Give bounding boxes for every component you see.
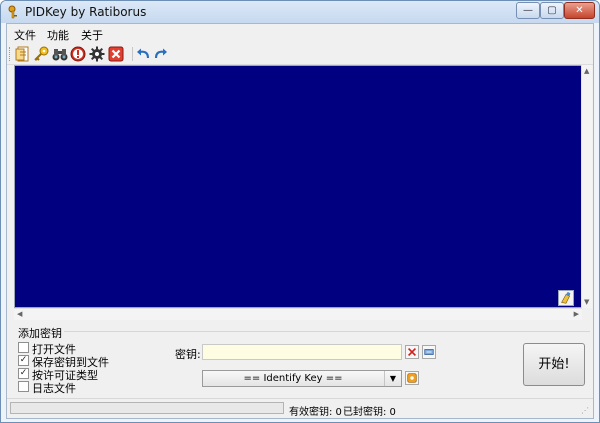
toolbar-grip [9, 47, 13, 61]
toolbar [7, 44, 593, 65]
menu-functions[interactable]: 功能 [47, 27, 69, 43]
log-file-checkbox[interactable] [18, 381, 29, 392]
client-area: 文件 功能 关于 ▲ ▼ ◀ ▶ 添加密钥 打开文件 ✓ 保存密钥到文件 ✓ 按… [6, 23, 594, 419]
clear-output-button[interactable] [558, 290, 574, 306]
chevron-down-icon[interactable]: ▼ [384, 371, 401, 386]
close-icon[interactable] [108, 46, 124, 62]
log-file-label[interactable]: 日志文件 [32, 380, 76, 396]
license-type-checkbox[interactable]: ✓ [18, 368, 29, 379]
gear-icon[interactable] [89, 46, 105, 62]
undo-icon[interactable] [135, 46, 151, 62]
window-title: PIDKey by Ratiborus [25, 5, 147, 19]
scroll-down-icon[interactable]: ▼ [584, 298, 589, 306]
close-window-button[interactable]: ✕ [564, 2, 595, 19]
stop-icon[interactable] [70, 46, 86, 62]
start-button[interactable]: 开始! [523, 343, 585, 386]
vertical-scrollbar[interactable]: ▲ ▼ [581, 65, 592, 308]
scroll-up-icon[interactable]: ▲ [584, 67, 589, 75]
scroll-right-icon[interactable]: ▶ [574, 310, 579, 318]
resize-grip-icon[interactable]: ⋰ [581, 406, 591, 416]
group-divider [64, 331, 590, 332]
save-keys-checkbox[interactable]: ✓ [18, 355, 29, 366]
toolbar-separator [132, 47, 133, 61]
status-bar: 有效密钥: 0 已封密钥: 0 ⋰ [7, 398, 593, 418]
paste-key-icon[interactable] [422, 345, 436, 359]
app-key-icon [8, 5, 17, 19]
output-log-area[interactable] [14, 65, 582, 308]
scroll-left-icon[interactable]: ◀ [17, 310, 22, 318]
identify-key-value: == Identify Key == [243, 373, 343, 384]
document-icon[interactable] [15, 46, 31, 62]
identify-key-select[interactable]: == Identify Key == ▼ [202, 370, 402, 387]
add-key-group-label: 添加密钥 [18, 327, 62, 340]
redo-icon[interactable] [153, 46, 169, 62]
clear-key-icon[interactable] [405, 345, 419, 359]
minimize-button[interactable]: — [516, 2, 540, 19]
key-icon[interactable] [33, 46, 49, 62]
binoculars-icon[interactable] [52, 46, 68, 62]
key-input[interactable] [202, 344, 402, 360]
title-bar[interactable]: PIDKey by Ratiborus — ▢ ✕ [1, 1, 599, 23]
app-window: PIDKey by Ratiborus — ▢ ✕ 文件 功能 关于 ▲ ▼ ◀… [0, 0, 600, 423]
open-file-checkbox[interactable] [18, 342, 29, 353]
maximize-button[interactable]: ▢ [540, 2, 564, 19]
menu-file[interactable]: 文件 [14, 27, 36, 43]
progress-bar [10, 402, 284, 414]
valid-keys-count: 有效密钥: 0 [289, 407, 342, 418]
key-label: 密钥: [175, 348, 201, 361]
blocked-keys-count: 已封密钥: 0 [343, 407, 396, 418]
menu-about[interactable]: 关于 [81, 27, 103, 43]
menu-bar: 文件 功能 关于 [7, 24, 593, 44]
horizontal-scrollbar[interactable]: ◀ ▶ [14, 308, 582, 320]
identify-key-icon[interactable] [405, 371, 419, 385]
